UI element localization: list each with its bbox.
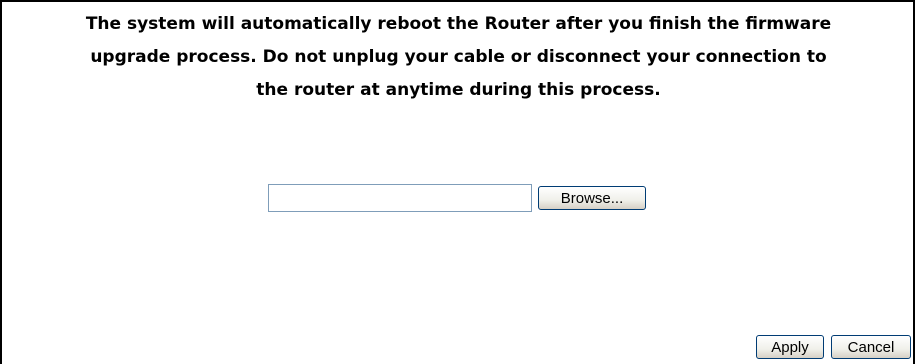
firmware-file-path-input[interactable] — [268, 184, 532, 212]
cancel-button[interactable]: Cancel — [831, 335, 911, 359]
firmware-upgrade-panel: The system will automatically reboot the… — [0, 0, 915, 364]
firmware-file-picker: Browse... — [268, 183, 646, 213]
reboot-warning-line-3: the router at anytime during this proces… — [256, 80, 661, 100]
apply-button[interactable]: Apply — [756, 335, 824, 359]
reboot-warning-line-2: upgrade process. Do not unplug your cabl… — [90, 47, 827, 67]
reboot-warning-line-1: The system will automatically reboot the… — [85, 14, 832, 34]
reboot-warning-text: The system will automatically reboot the… — [6, 8, 911, 107]
browse-button[interactable]: Browse... — [538, 186, 646, 210]
